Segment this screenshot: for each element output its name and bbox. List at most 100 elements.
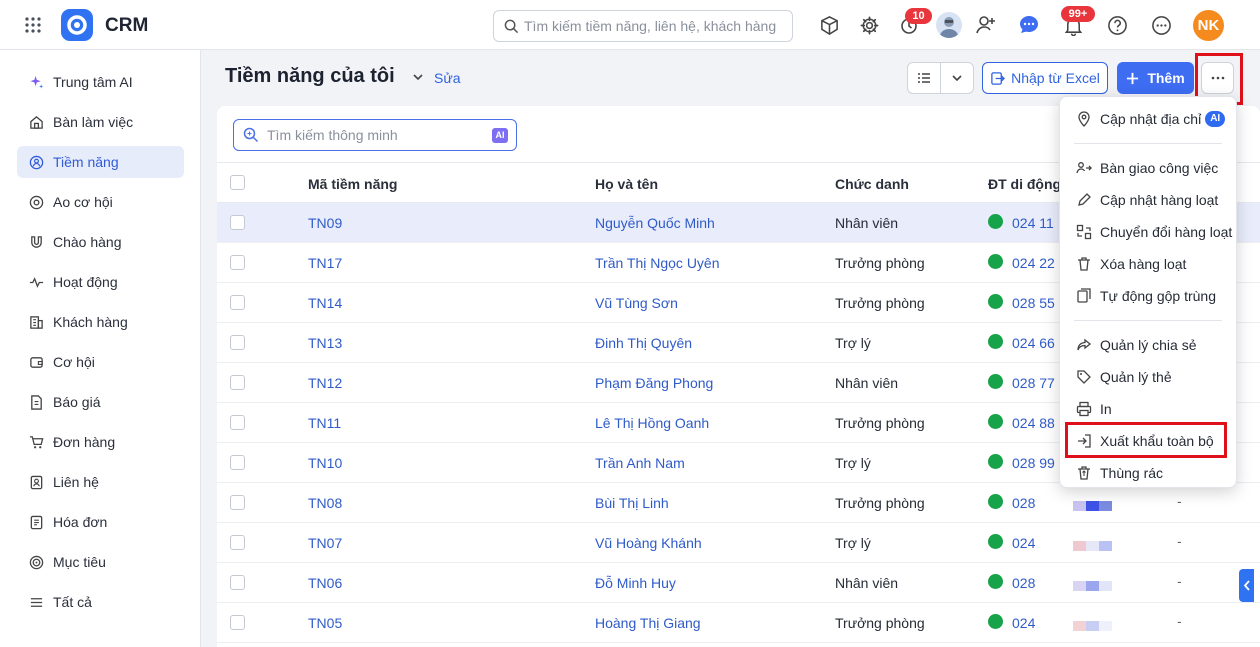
table-row[interactable]: TN08 Bùi Thị Linh Trưởng phòng 028 - (217, 483, 1260, 523)
sidebar-item-orders[interactable]: Đơn hàng (17, 426, 184, 458)
add-button[interactable]: Thêm (1117, 62, 1194, 94)
chat-icon[interactable] (1017, 13, 1041, 37)
phone-call-icon[interactable] (988, 334, 1003, 349)
global-search[interactable] (493, 10, 793, 42)
edit-view-link[interactable]: Sửa (434, 70, 461, 86)
prospect-code-link[interactable]: TN10 (308, 455, 342, 471)
prospect-name-link[interactable]: Vũ Hoàng Khánh (595, 535, 702, 551)
prospect-code-link[interactable]: TN06 (308, 575, 342, 591)
prospect-code-link[interactable]: TN12 (308, 375, 342, 391)
prospect-code-link[interactable]: TN17 (308, 255, 342, 271)
sidebar-item-offers[interactable]: Chào hàng (17, 226, 184, 258)
sidebar-item-goals[interactable]: Mục tiêu (17, 546, 184, 578)
column-header[interactable]: Chức danh (835, 176, 909, 192)
prospect-name-link[interactable]: Đỗ Minh Huy (595, 575, 676, 591)
help-icon[interactable] (1105, 13, 1129, 37)
row-checkbox[interactable] (230, 375, 245, 390)
select-all-checkbox[interactable] (230, 175, 245, 190)
column-header[interactable]: Họ và tên (595, 176, 658, 192)
menu-item-export-all[interactable]: Xuất khẩu toàn bộ (1060, 425, 1238, 457)
row-checkbox[interactable] (230, 535, 245, 550)
phone-call-icon[interactable] (988, 414, 1003, 429)
import-excel-button[interactable]: Nhập từ Excel (982, 62, 1108, 94)
sidebar-item-contacts[interactable]: Liên hệ (17, 466, 184, 498)
prospect-name-link[interactable]: Nguyễn Quốc Minh (595, 215, 715, 231)
row-checkbox[interactable] (230, 295, 245, 310)
prospect-name-link[interactable]: Đinh Thị Quyên (595, 335, 692, 351)
phone-call-icon[interactable] (988, 574, 1003, 589)
menu-item-tag-management[interactable]: Quản lý thẻ (1060, 361, 1238, 393)
prospect-code-link[interactable]: TN07 (308, 535, 342, 551)
sidebar-item-opportunities[interactable]: Cơ hội (17, 346, 184, 378)
sidebar-item-activities[interactable]: Hoạt động (17, 266, 184, 298)
prospect-name-link[interactable]: Bùi Thị Linh (595, 495, 669, 511)
avatar[interactable]: NK (1193, 10, 1224, 41)
phone-call-icon[interactable] (988, 534, 1003, 549)
sidebar-item-all[interactable]: Tất cả (17, 586, 184, 618)
sidebar-item-opportunity-pool[interactable]: Ao cơ hội (17, 186, 184, 218)
row-checkbox[interactable] (230, 255, 245, 270)
prospect-name-link[interactable]: Trần Thị Ngọc Uyên (595, 255, 720, 271)
more-apps-icon[interactable] (1149, 13, 1173, 37)
row-checkbox[interactable] (230, 615, 245, 630)
smart-search-input[interactable] (267, 120, 487, 150)
chevron-down-icon[interactable] (411, 70, 425, 84)
menu-item-update-address[interactable]: Cập nhật địa chỉ AI (1060, 103, 1238, 135)
phone-call-icon[interactable] (988, 614, 1003, 629)
prospect-name-link[interactable]: Lê Thị Hồng Oanh (595, 415, 709, 431)
more-actions-button[interactable] (1201, 62, 1234, 94)
phone-call-icon[interactable] (988, 214, 1003, 229)
smart-search[interactable]: AI (233, 119, 517, 151)
sidebar-item-ai-center[interactable]: Trung tâm AI (17, 66, 184, 98)
prospect-code-link[interactable]: TN09 (308, 215, 342, 231)
row-checkbox[interactable] (230, 415, 245, 430)
phone-call-icon[interactable] (988, 254, 1003, 269)
menu-item-share-management[interactable]: Quản lý chia sẻ (1060, 329, 1238, 361)
table-row[interactable]: TN06 Đỗ Minh Huy Nhân viên 028 - (217, 563, 1260, 603)
app-grid-icon[interactable] (24, 16, 42, 34)
table-row[interactable]: TN05 Hoàng Thị Giang Trưởng phòng 024 - (217, 603, 1260, 643)
prospect-name-link[interactable]: Phạm Đăng Phong (595, 375, 713, 391)
prospect-name-link[interactable]: Vũ Tùng Sơn (595, 295, 678, 311)
list-view-button[interactable] (907, 62, 941, 94)
export-icon (1075, 433, 1092, 450)
menu-item-auto-merge[interactable]: Tự động gộp trùng (1060, 280, 1238, 312)
menu-item-bulk-convert[interactable]: Chuyển đổi hàng loạt (1060, 216, 1238, 248)
prospect-code-link[interactable]: TN11 (308, 415, 341, 431)
sidebar-item-quotes[interactable]: Báo giá (17, 386, 184, 418)
menu-item-print[interactable]: In (1060, 393, 1238, 425)
prospect-code-link[interactable]: TN05 (308, 615, 342, 631)
row-checkbox[interactable] (230, 335, 245, 350)
phone-call-icon[interactable] (988, 294, 1003, 309)
prospect-code-link[interactable]: TN08 (308, 495, 342, 511)
side-panel-toggle[interactable] (1239, 569, 1254, 602)
view-dropdown-button[interactable] (940, 62, 974, 94)
row-checkbox[interactable] (230, 495, 245, 510)
settings-gear-icon[interactable] (857, 13, 881, 37)
global-search-input[interactable] (524, 11, 788, 41)
add-user-icon[interactable] (974, 13, 998, 37)
column-header[interactable]: ĐT di động (988, 176, 1061, 192)
prospect-code-link[interactable]: TN14 (308, 295, 342, 311)
phone-call-icon[interactable] (988, 374, 1003, 389)
prospect-name-link[interactable]: Hoàng Thị Giang (595, 615, 701, 631)
sidebar-item-workspace[interactable]: Bàn làm việc (17, 106, 184, 138)
phone-call-icon[interactable] (988, 494, 1003, 509)
sidebar-item-prospects[interactable]: Tiềm năng (17, 146, 184, 178)
sidebar-item-invoices[interactable]: Hóa đơn (17, 506, 184, 538)
phone-call-icon[interactable] (988, 454, 1003, 469)
row-checkbox[interactable] (230, 215, 245, 230)
sidebar-item-customers[interactable]: Khách hàng (17, 306, 184, 338)
row-checkbox[interactable] (230, 575, 245, 590)
menu-item-bulk-update[interactable]: Cập nhật hàng loạt (1060, 184, 1238, 216)
menu-item-handover[interactable]: Bàn giao công việc (1060, 152, 1238, 184)
prospect-code-link[interactable]: TN13 (308, 335, 342, 351)
menu-item-bulk-delete[interactable]: Xóa hàng loạt (1060, 248, 1238, 280)
package-icon[interactable] (817, 13, 841, 37)
row-checkbox[interactable] (230, 455, 245, 470)
menu-item-recycle-bin[interactable]: Thùng rác (1060, 457, 1238, 489)
table-row[interactable]: TN07 Vũ Hoàng Khánh Trợ lý 024 - (217, 523, 1260, 563)
prospect-name-link[interactable]: Trần Anh Nam (595, 455, 685, 471)
column-header[interactable]: Mã tiềm năng (308, 176, 397, 192)
user-avatar-icon[interactable] (936, 12, 962, 38)
